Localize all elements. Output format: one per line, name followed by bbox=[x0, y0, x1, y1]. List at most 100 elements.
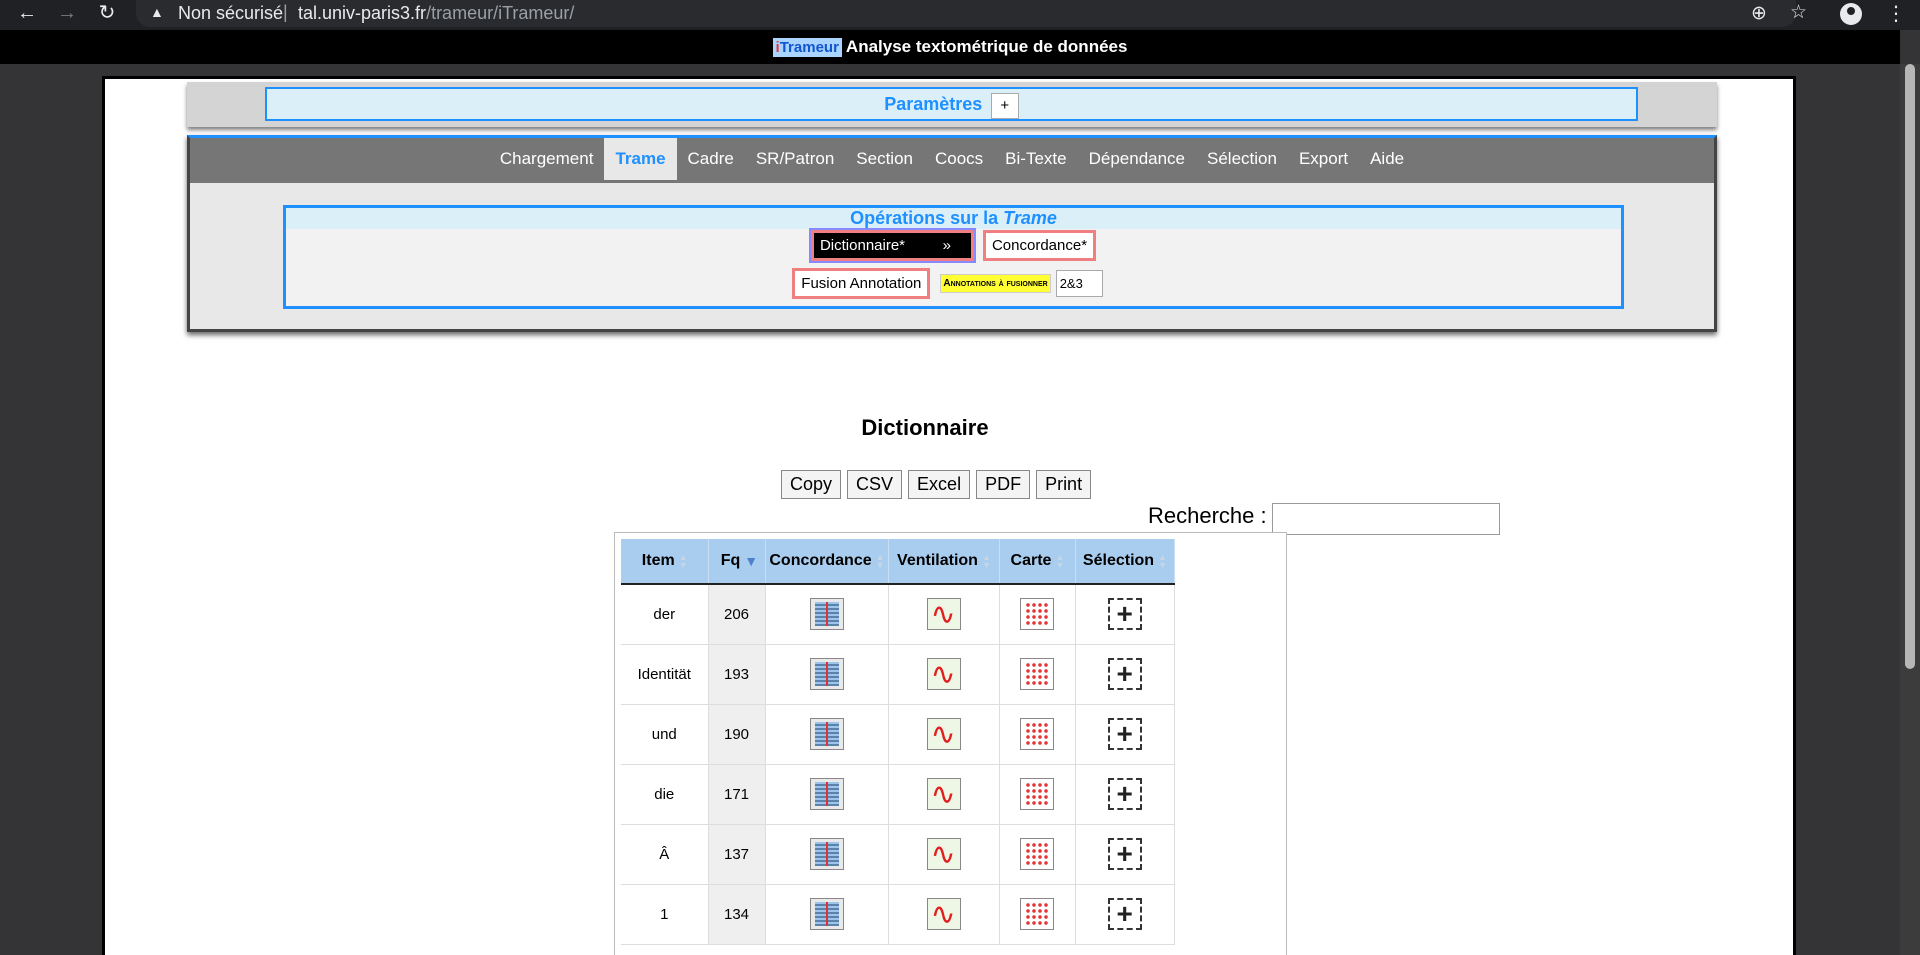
column-header-label: Sélection bbox=[1082, 552, 1155, 569]
concordance-icon[interactable] bbox=[809, 658, 844, 690]
concordance-icon[interactable] bbox=[809, 838, 844, 870]
item-cell: Â bbox=[621, 824, 709, 885]
tab-trame[interactable]: Trame bbox=[604, 138, 677, 180]
map-grid-icon[interactable] bbox=[1020, 778, 1054, 810]
tabs-panel: Chargement Trame Cadre SR/Patron Section Cooc… bbox=[187, 135, 1717, 332]
tab-export[interactable]: Export bbox=[1288, 138, 1359, 180]
operations-row-2: Fusion Annotation Annotations à fusionner… bbox=[286, 268, 1621, 299]
concordance-button[interactable]: Concordance* bbox=[982, 230, 1097, 261]
tab-aide[interactable]: Aide bbox=[1359, 138, 1415, 180]
fusion-annotation-button[interactable]: Fusion Annotation bbox=[792, 268, 931, 299]
parameters-toggle-button[interactable]: + bbox=[990, 92, 1019, 119]
operations-title-trame: Trame bbox=[1003, 208, 1057, 228]
fq-cell: 206 bbox=[708, 584, 766, 645]
print-export-button[interactable]: Print bbox=[1036, 470, 1092, 499]
sort-both-icon: ▲ ▼ bbox=[981, 551, 991, 570]
parameters-band: Paramètres + bbox=[187, 82, 1717, 127]
add-selection-cell bbox=[1075, 644, 1175, 705]
url-text[interactable]: tal.univ-paris3.fr/trameur/iTrameur/ bbox=[298, 3, 574, 24]
bookmark-star-icon[interactable]: ☆ bbox=[1790, 1, 1807, 24]
ventilation-chart-icon[interactable] bbox=[926, 657, 961, 692]
ventilation-chart-cell bbox=[888, 584, 1000, 645]
profile-avatar-icon[interactable] bbox=[1840, 3, 1862, 25]
item-cell: Identität bbox=[621, 644, 709, 705]
excel-export-button[interactable]: Excel bbox=[908, 470, 971, 499]
tab-d-pendance[interactable]: Dépendance bbox=[1078, 138, 1196, 180]
url-path: /trameur/iTrameur/ bbox=[426, 3, 575, 23]
item-cell: und bbox=[621, 704, 709, 765]
app-title-bar: iTrameur Analyse textométrique de données bbox=[0, 30, 1900, 64]
ventilation-chart-icon[interactable] bbox=[926, 717, 961, 752]
column-header-fq[interactable]: Fq ▼ bbox=[708, 539, 766, 585]
map-grid-icon[interactable] bbox=[1020, 658, 1054, 690]
pdf-export-button[interactable]: PDF bbox=[976, 470, 1031, 499]
column-header-item[interactable]: Item ▲ ▼ bbox=[621, 539, 709, 585]
dictionary-heading-text: Dictionnaire bbox=[861, 415, 989, 440]
add-selection-icon[interactable] bbox=[1107, 658, 1142, 690]
dictionary-table: Item ▲ ▼ Fq ▼ Concordance ▲ ▼ Ventilation ▲ ▼ Carte… bbox=[621, 539, 1175, 945]
tab-bi-texte[interactable]: Bi-Texte bbox=[994, 138, 1077, 180]
forward-arrow-icon[interactable]: → bbox=[52, 0, 82, 28]
add-selection-icon[interactable] bbox=[1107, 718, 1142, 750]
sort-both-icon: ▲ ▼ bbox=[875, 551, 885, 570]
tab-s-lection[interactable]: Sélection bbox=[1196, 138, 1288, 180]
csv-export-button[interactable]: CSV bbox=[847, 470, 903, 499]
ventilation-chart-icon[interactable] bbox=[926, 837, 961, 872]
app-title: Analyse textométrique de données bbox=[845, 37, 1128, 56]
map-grid-icon[interactable] bbox=[1020, 718, 1054, 750]
table-row: Identität 193 bbox=[621, 644, 1175, 705]
tab-section[interactable]: Section bbox=[845, 138, 924, 180]
page-frame: Paramètres + Chargement Trame Cadre SR/Patr… bbox=[102, 76, 1796, 955]
add-selection-cell bbox=[1075, 764, 1175, 825]
menu-kebab-icon[interactable]: ⋮ bbox=[1886, 1, 1906, 26]
column-header-s-lection[interactable]: Sélection ▲ ▼ bbox=[1075, 539, 1175, 585]
map-grid-cell bbox=[999, 644, 1076, 705]
map-grid-icon[interactable] bbox=[1020, 898, 1054, 930]
fq-cell: 137 bbox=[708, 824, 766, 885]
copy-export-button[interactable]: Copy bbox=[781, 470, 842, 499]
address-bar[interactable]: ▲ Non sécurisé | tal.univ-paris3.fr/tram… bbox=[136, 0, 1796, 27]
add-selection-icon[interactable] bbox=[1107, 598, 1142, 631]
concordance-icon[interactable] bbox=[809, 778, 844, 810]
security-state: Non sécurisé bbox=[178, 3, 284, 23]
tab-cadre[interactable]: Cadre bbox=[677, 138, 745, 180]
reload-icon[interactable]: ↻ bbox=[92, 0, 122, 28]
column-header-label: Ventilation bbox=[897, 552, 978, 569]
tab-coocs[interactable]: Coocs bbox=[924, 138, 994, 180]
ventilation-chart-icon[interactable] bbox=[926, 897, 961, 932]
ventilation-chart-icon[interactable] bbox=[926, 597, 961, 632]
column-header-ventilation[interactable]: Ventilation ▲ ▼ bbox=[888, 539, 1000, 585]
tab-bar: Chargement Trame Cadre SR/Patron Section Cooc… bbox=[190, 138, 1714, 183]
concordance-icon[interactable] bbox=[809, 898, 844, 930]
concordance-icon[interactable] bbox=[809, 598, 844, 631]
trame-operations-box: Opérations sur la Trame Dictionnaire* » Co… bbox=[283, 205, 1624, 309]
column-header-concordance[interactable]: Concordance ▲ ▼ bbox=[765, 539, 889, 585]
search-label: Recherche : bbox=[1148, 503, 1267, 528]
table-row: 1 134 bbox=[621, 884, 1175, 945]
column-header-label: Fq bbox=[720, 552, 741, 569]
map-grid-icon[interactable] bbox=[1020, 838, 1054, 870]
tab-sr-patron[interactable]: SR/Patron bbox=[745, 138, 845, 180]
search-input[interactable] bbox=[1272, 503, 1500, 535]
annotations-to-merge-input[interactable]: 2&3 bbox=[1055, 270, 1103, 297]
column-header-carte[interactable]: Carte ▲ ▼ bbox=[999, 539, 1076, 585]
vertical-scrollbar[interactable] bbox=[1900, 64, 1920, 955]
tab-chargement[interactable]: Chargement bbox=[489, 138, 605, 180]
scrollbar-thumb[interactable] bbox=[1905, 64, 1915, 669]
add-selection-cell bbox=[1075, 824, 1175, 885]
add-selection-icon[interactable] bbox=[1107, 778, 1142, 810]
add-selection-icon[interactable] bbox=[1107, 898, 1142, 930]
ventilation-chart-cell bbox=[888, 704, 1000, 765]
back-arrow-icon[interactable]: ← bbox=[12, 0, 42, 28]
concordance-icon[interactable] bbox=[809, 718, 844, 750]
concordance-cell bbox=[765, 824, 889, 885]
add-selection-icon[interactable] bbox=[1107, 838, 1142, 870]
operations-title-prefix: Opérations sur la bbox=[850, 208, 1004, 228]
map-grid-icon[interactable] bbox=[1020, 598, 1054, 631]
column-header-label: Carte bbox=[1010, 552, 1052, 569]
zoom-icon[interactable]: ⊕ bbox=[1751, 2, 1767, 25]
dictionnaire-button[interactable]: Dictionnaire* » bbox=[808, 228, 976, 263]
fq-cell: 190 bbox=[708, 704, 766, 765]
ventilation-chart-icon[interactable] bbox=[926, 777, 961, 812]
fq-cell: 134 bbox=[708, 884, 766, 945]
